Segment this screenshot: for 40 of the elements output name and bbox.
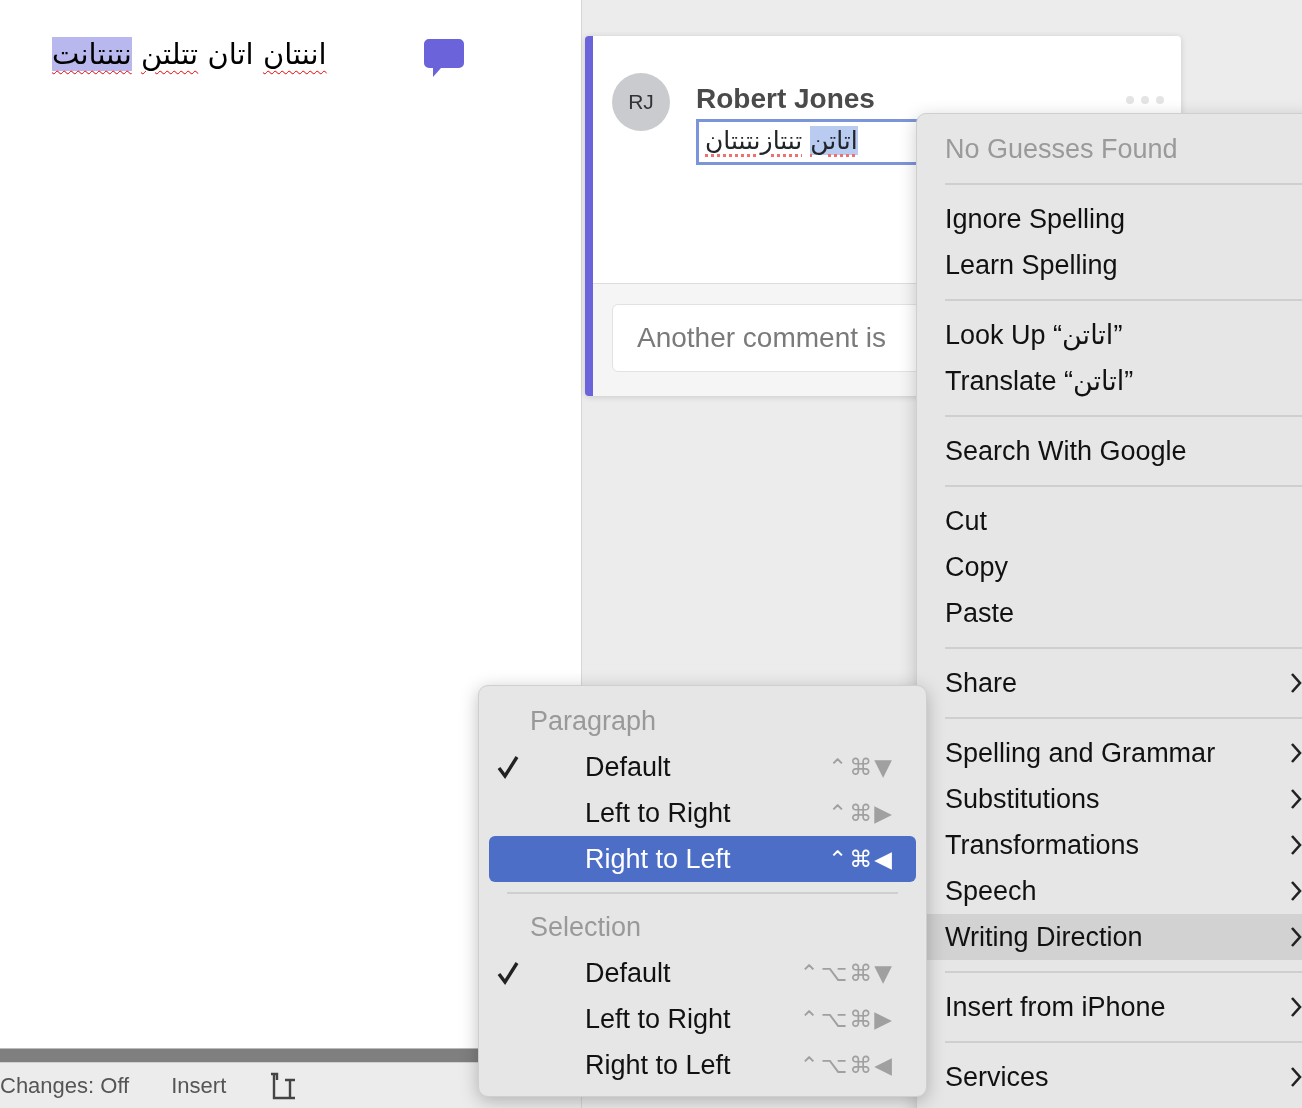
menu-item[interactable]: Left to Right ⌃⌘▶ xyxy=(489,790,916,836)
chevron-icon xyxy=(1289,742,1302,764)
chevron-icon xyxy=(1289,880,1302,902)
menu-item[interactable]: Cut xyxy=(917,498,1302,544)
menu-item[interactable]: Services xyxy=(917,1054,1302,1100)
menu-item[interactable]: Copy xyxy=(917,544,1302,590)
shortcut: ⌃⌥⌘▶ xyxy=(799,1004,895,1034)
shortcut: ⌃⌘◀ xyxy=(828,844,895,874)
shortcut: ⌃⌘▶ xyxy=(828,798,895,828)
menu-item[interactable]: Substitutions xyxy=(917,776,1302,822)
menu-item[interactable]: Left to Right ⌃⌥⌘▶ xyxy=(489,996,916,1042)
menu-item[interactable]: Ignore Spelling xyxy=(917,196,1302,242)
menu-item[interactable]: Transformations xyxy=(917,822,1302,868)
avatar: RJ xyxy=(612,73,670,131)
section-header: Selection xyxy=(529,910,643,944)
menu-item[interactable]: Right to Left ⌃⌥⌘◀ xyxy=(489,1042,916,1088)
author-name: Robert Jones xyxy=(696,82,876,116)
shortcut: ⌃⌥⌘◀ xyxy=(799,1050,895,1080)
menu-item[interactable]: Right to Left ⌃⌘◀ xyxy=(489,836,916,882)
menu-item[interactable]: Spelling and Grammar xyxy=(917,730,1302,776)
menu-item[interactable]: Learn Spelling xyxy=(917,242,1302,288)
shortcut: ⌃⌥⌘▼ xyxy=(799,958,895,988)
chevron-icon xyxy=(1289,1066,1302,1088)
shortcut: ⌃⌘▼ xyxy=(828,752,895,782)
menu-item[interactable]: Insert from iPhone xyxy=(917,984,1302,1030)
document-text: اننتان اتان تتلتن نتنتانت xyxy=(52,36,327,73)
menu-item[interactable]: Default ⌃⌥⌘▼ xyxy=(489,950,916,996)
chevron-icon xyxy=(1289,672,1302,694)
menu-item[interactable]: Paste xyxy=(917,590,1302,636)
menu-item[interactable]: Default ⌃⌘▼ xyxy=(489,744,916,790)
chevron-icon xyxy=(1289,788,1302,810)
chevron-icon xyxy=(1289,926,1302,948)
section-header: Paragraph xyxy=(529,704,658,738)
menu-item[interactable]: Speech xyxy=(917,868,1302,914)
insert-mode-status: Insert xyxy=(171,1072,227,1100)
menu-item[interactable]: Share xyxy=(917,660,1302,706)
chevron-icon xyxy=(1289,996,1302,1018)
chevron-icon xyxy=(1289,834,1302,856)
changes-status: Changes: Off xyxy=(0,1072,130,1100)
menu-item[interactable]: Search With Google xyxy=(917,428,1302,474)
